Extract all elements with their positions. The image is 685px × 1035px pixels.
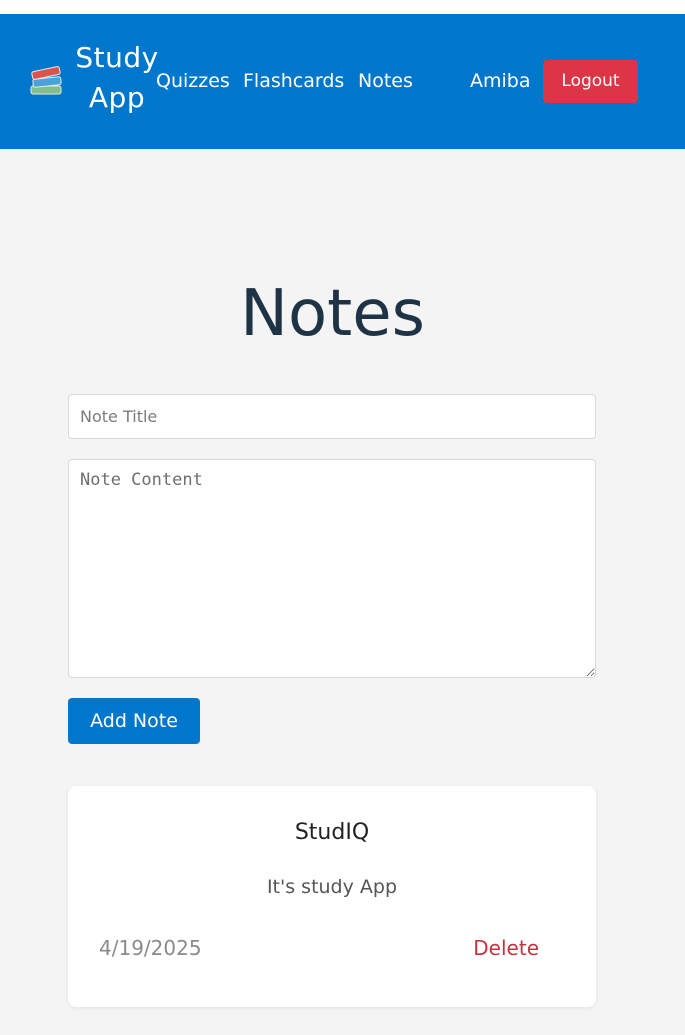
add-note-button[interactable]: Add Note — [68, 698, 200, 744]
nav-flashcards[interactable]: Flashcards — [243, 68, 344, 94]
brand-title[interactable]: Study App — [74, 38, 160, 118]
note-content: It's study App — [266, 876, 398, 898]
books-icon[interactable] — [28, 64, 66, 98]
note-card: StudIQ It's study App 4/19/2025 Delete — [68, 786, 596, 1007]
nav-notes[interactable]: Notes — [358, 68, 413, 94]
page-title: Notes — [240, 277, 425, 351]
note-title: StudIQ — [294, 820, 370, 845]
navbar: Study App Quizzes Flashcards Notes Amiba… — [0, 14, 685, 149]
logout-button[interactable]: Logout — [543, 60, 638, 103]
note-date: 4/19/2025 — [99, 936, 202, 960]
note-title-input[interactable] — [68, 394, 596, 439]
delete-note-button[interactable]: Delete — [473, 936, 539, 960]
note-content-input[interactable] — [68, 459, 596, 678]
top-strip — [0, 0, 685, 14]
nav-quizzes[interactable]: Quizzes — [156, 68, 230, 94]
user-name: Amiba — [470, 70, 531, 92]
